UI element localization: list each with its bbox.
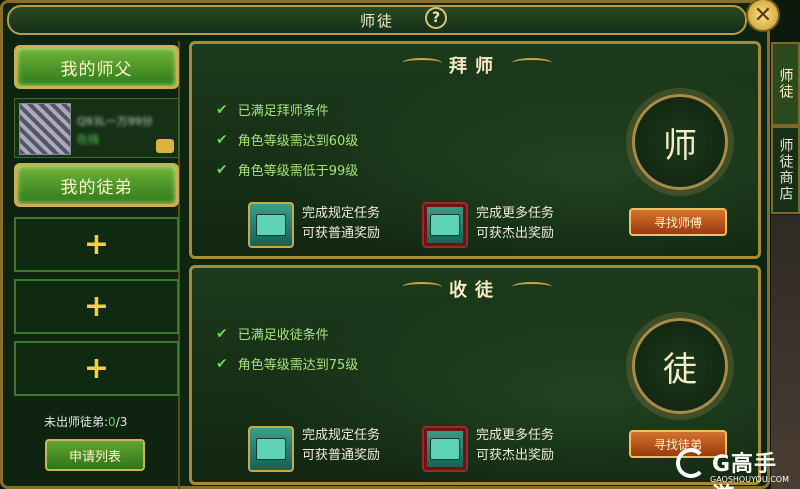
my-apprentice-button[interactable]: 我的徒弟 [14,163,179,207]
check-icon: ✔ [216,355,228,372]
apprentice-slot-2[interactable]: + [14,279,179,334]
help-icon[interactable]: ? [425,7,447,29]
find-master-panel: 拜师 ✔ 已满足拜师条件 ✔ 角色等级需达到60级 ✔ 角色等级需低于99级 完成规定… [189,41,761,259]
mentorship-window: 师徒 ? 我的师父 Q93L一万99分 在线 我的徒弟 + + + 未出师徒弟:… [0,0,770,489]
excellent-reward-chest-icon [422,202,468,248]
normal-reward-text: 完成规定任务 可获普通奖励 [302,428,381,463]
panel-title: 收徒 [449,280,501,301]
normal-reward-text: 完成规定任务 可获普通奖励 [302,206,381,241]
title-bar: 师徒 [7,5,747,35]
ornament-right [512,282,552,292]
master-status: 在线 [77,133,99,146]
close-icon[interactable]: ✕ [746,0,780,32]
normal-reward-chest-icon [248,202,294,248]
check-icon: ✔ [216,101,228,118]
normal-reward-chest-icon [248,426,294,472]
excellent-reward-text: 完成更多任务 可获杰出奖励 [476,428,555,463]
avatar [19,103,71,155]
unfinished-total: /3 [115,415,128,429]
apprentice-seal-icon: 徒 [632,318,728,414]
watermark-logo-icon [676,448,706,478]
panel-title: 拜师 [449,56,501,77]
check-icon: ✔ [216,131,228,148]
excellent-reward-chest-icon [422,426,468,472]
master-seal-icon: 师 [632,94,728,190]
tab-mentorship-shop[interactable]: 师徒商店 [771,126,800,214]
ornament-right [512,58,552,68]
watermark: G高手游 GAOSHOUYOU.COM [676,446,800,489]
apprentice-slot-3[interactable]: + [14,341,179,396]
condition-row: ✔ 已满足收徒条件 [216,325,329,344]
watermark-url: GAOSHOUYOU.COM [710,475,790,484]
find-master-button[interactable]: 寻找师傅 [629,208,727,236]
condition-row: ✔ 角色等级需达到60级 [216,131,359,150]
my-master-button[interactable]: 我的师父 [14,45,179,89]
unfinished-label: 未出师徒弟: [44,415,109,429]
gold-icon [156,139,174,153]
check-icon: ✔ [216,325,228,342]
left-column: 我的师父 Q93L一万99分 在线 我的徒弟 + + + 未出师徒弟:0/3 申… [10,41,180,489]
master-card[interactable]: Q93L一万99分 在线 [14,98,179,158]
excellent-reward-text: 完成更多任务 可获杰出奖励 [476,206,555,241]
unfinished-count: 0 [108,415,116,429]
apply-list-button[interactable]: 申请列表 [45,439,145,471]
condition-row: ✔ 已满足拜师条件 [216,101,329,120]
unfinished-apprentice-count: 未出师徒弟:0/3 [44,413,127,430]
master-name: Q93L一万99分 [77,115,153,128]
condition-row: ✔ 角色等级需低于99级 [216,161,359,180]
tab-mentorship[interactable]: 师徒 [771,42,800,126]
check-icon: ✔ [216,161,228,178]
window-title: 师徒 [359,11,394,30]
condition-row: ✔ 角色等级需达到75级 [216,355,359,374]
apprentice-slot-1[interactable]: + [14,217,179,272]
